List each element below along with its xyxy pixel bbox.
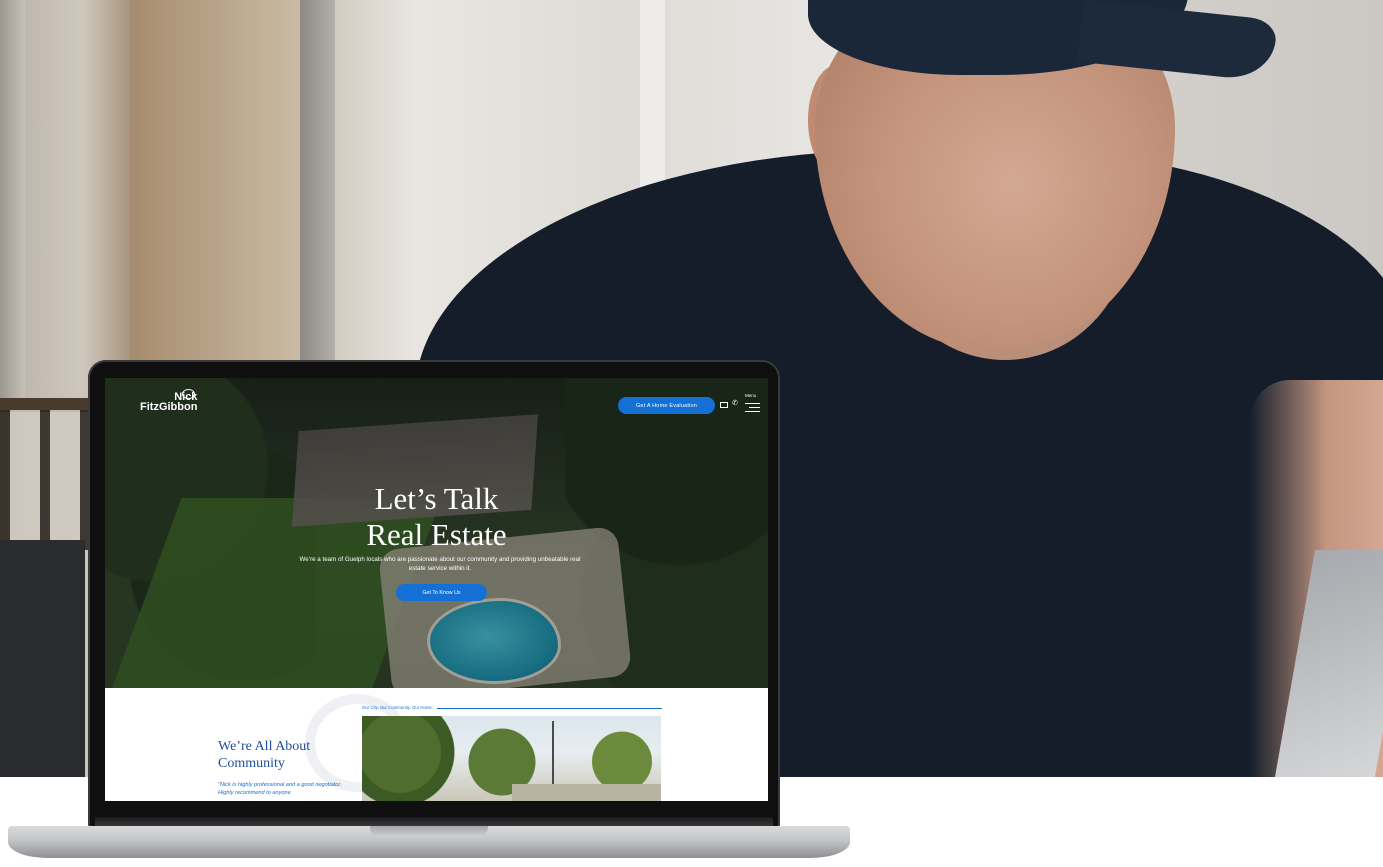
- phone-icon[interactable]: ✆: [732, 400, 738, 407]
- hero-title-line2: Real Estate: [366, 517, 507, 552]
- menu-label: Menu: [745, 393, 757, 398]
- kicker-divider: [437, 708, 662, 709]
- community-title-line2: Community: [218, 756, 285, 771]
- background-laptop: [1274, 550, 1383, 777]
- photo-bridge: [512, 784, 661, 801]
- hero-section: Nick FitzGibbon Get A Home Evaluation ✆ …: [105, 378, 768, 688]
- laptop-screen: Nick FitzGibbon Get A Home Evaluation ✆ …: [105, 378, 768, 801]
- logo-line2: FitzGibbon: [140, 401, 198, 413]
- hamburger-menu-icon[interactable]: [745, 403, 760, 412]
- hero-title: Let’s Talk Real Estate: [105, 481, 768, 553]
- hero-subtitle: We’re a team of Guelph locals who are pa…: [299, 556, 581, 572]
- community-title-line1: We’re All About: [218, 739, 311, 754]
- get-to-know-us-button[interactable]: Get To Know Us: [396, 584, 487, 601]
- mail-icon[interactable]: [720, 402, 728, 408]
- community-title: We’re All About Community: [218, 738, 358, 772]
- community-kicker: Our City. Our Community. Our Home.: [362, 705, 433, 710]
- laptop-notch: [370, 826, 488, 837]
- hero-title-line1: Let’s Talk: [374, 481, 499, 516]
- community-section: Our City. Our Community. Our Home. We’re…: [105, 688, 768, 801]
- bubble-icon: [182, 389, 195, 399]
- site-logo[interactable]: Nick FitzGibbon: [140, 389, 198, 413]
- home-evaluation-button[interactable]: Get A Home Evaluation: [618, 397, 715, 414]
- testimonial-quote: “Nick is highly professional and a good …: [218, 782, 342, 796]
- community-photo: [362, 716, 661, 801]
